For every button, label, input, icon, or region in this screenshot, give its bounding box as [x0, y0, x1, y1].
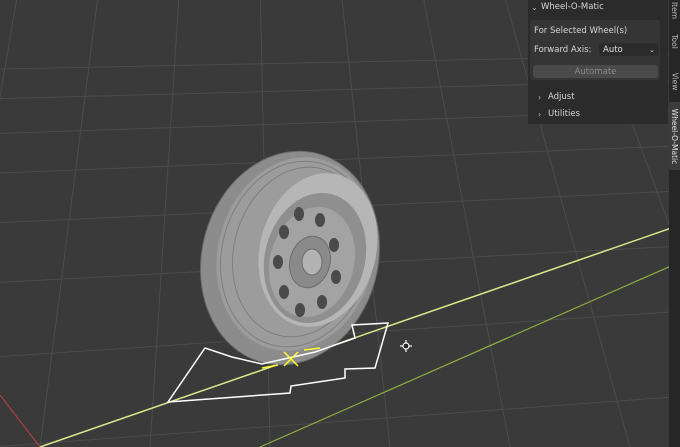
- chevron-down-icon: ⌄: [531, 2, 538, 12]
- chevron-down-icon: ⌄: [649, 45, 655, 54]
- forward-axis-value: Auto: [603, 44, 623, 55]
- utilities-subpanel[interactable]: › Utilities: [538, 109, 580, 119]
- forward-axis-select[interactable]: Auto ⌄: [599, 43, 659, 56]
- chevron-right-icon: ›: [538, 92, 542, 102]
- wheel-o-matic-panel: ⌄ Wheel-O-Matic For Selected Wheel(s) Fo…: [528, 0, 668, 124]
- panel-title: Wheel-O-Matic: [541, 2, 604, 12]
- sidebar-tabs: Item Tool View Wheel-O-Matic: [669, 0, 680, 447]
- tab-wheel-o-matic[interactable]: Wheel-O-Matic: [669, 102, 680, 170]
- chevron-right-icon: ›: [538, 109, 542, 119]
- tab-view[interactable]: View: [669, 62, 680, 100]
- adjust-subpanel[interactable]: › Adjust: [538, 92, 575, 102]
- utilities-label: Utilities: [548, 109, 580, 119]
- automate-button[interactable]: Automate: [533, 65, 658, 78]
- section-label: For Selected Wheel(s): [534, 26, 628, 36]
- panel-body: For Selected Wheel(s) Forward Axis: Auto…: [530, 20, 660, 80]
- panel-header[interactable]: ⌄ Wheel-O-Matic: [528, 0, 668, 14]
- tab-item[interactable]: Item: [669, 0, 680, 20]
- tab-tool[interactable]: Tool: [669, 22, 680, 60]
- adjust-label: Adjust: [548, 92, 575, 102]
- forward-axis-label: Forward Axis:: [534, 45, 592, 55]
